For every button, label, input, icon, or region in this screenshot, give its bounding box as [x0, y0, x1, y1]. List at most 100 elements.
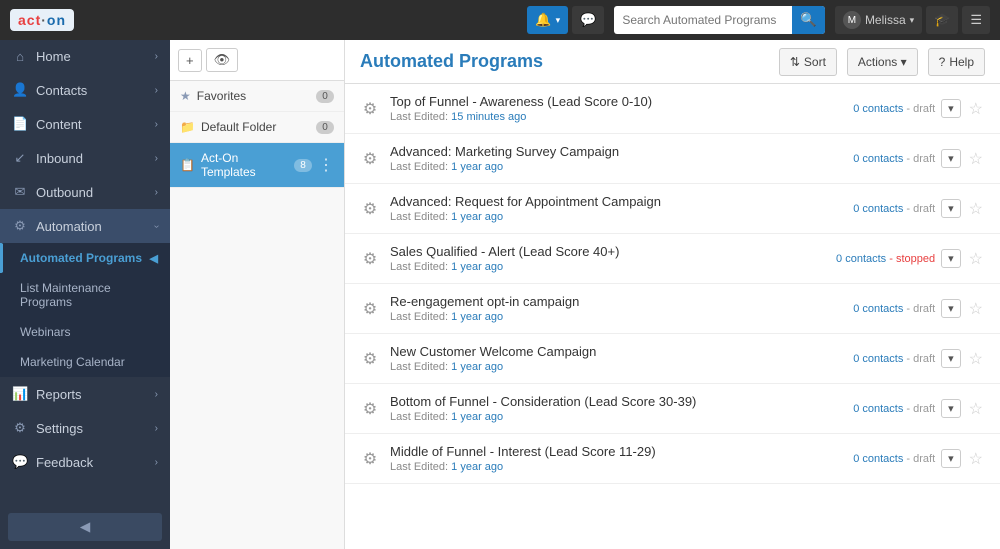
program-gear-icon-4[interactable]: ⚙	[360, 249, 380, 269]
program-gear-icon-2[interactable]: ⚙	[360, 149, 380, 169]
program-gear-icon-6[interactable]: ⚙	[360, 349, 380, 369]
contacts-count-4: 0 contacts	[836, 253, 886, 265]
add-folder-button[interactable]: +	[178, 49, 202, 72]
status-label-8: - draft	[906, 453, 935, 465]
program-star-3[interactable]: ☆	[967, 199, 985, 219]
program-contacts-2: 0 contacts - draft	[853, 153, 935, 165]
templates-label: Act-On Templates	[201, 151, 288, 179]
settings-icon: ⚙	[12, 420, 28, 436]
program-status-7: 0 contacts - draft ▾ ☆	[853, 399, 985, 419]
sidebar-collapse-button[interactable]: ◀	[8, 513, 162, 541]
sidebar-item-automation[interactable]: ⚙ Automation ›	[0, 209, 170, 243]
contacts-count-1: 0 contacts	[853, 103, 903, 115]
folder-item-act-on-templates[interactable]: 📋 Act-On Templates 8 ⋮	[170, 143, 344, 188]
program-dropdown-7[interactable]: ▾	[941, 399, 961, 418]
program-dropdown-8[interactable]: ▾	[941, 449, 961, 468]
sidebar-item-feedback[interactable]: 💬 Feedback ›	[0, 445, 170, 479]
sidebar-item-automated-programs[interactable]: Automated Programs ◀	[0, 243, 170, 273]
contacts-count-7: 0 contacts	[853, 403, 903, 415]
sort-button[interactable]: ⇅ Sort	[779, 48, 837, 76]
program-item-3: ⚙ Advanced: Request for Appointment Camp…	[345, 184, 1000, 234]
program-name-5: Re-engagement opt-in campaign	[390, 294, 843, 309]
program-dropdown-1[interactable]: ▾	[941, 99, 961, 118]
actions-button[interactable]: Actions ▾	[847, 48, 918, 76]
program-contacts-4: 0 contacts - stopped	[836, 253, 935, 265]
program-info-5: Re-engagement opt-in campaign Last Edite…	[390, 294, 843, 323]
graduation-button[interactable]: 🎓	[926, 6, 958, 34]
program-dropdown-6[interactable]: ▾	[941, 349, 961, 368]
program-gear-icon-1[interactable]: ⚙	[360, 99, 380, 119]
list-maintenance-label: List Maintenance Programs	[20, 281, 158, 309]
user-menu-button[interactable]: M Melissa ▾	[835, 6, 922, 34]
program-star-5[interactable]: ☆	[967, 299, 985, 319]
program-dropdown-2[interactable]: ▾	[941, 149, 961, 168]
status-label-2: - draft	[906, 153, 935, 165]
program-star-6[interactable]: ☆	[967, 349, 985, 369]
sidebar-item-home[interactable]: ⌂ Home ›	[0, 40, 170, 73]
program-meta-2: Last Edited: 1 year ago	[390, 161, 843, 173]
sidebar-item-webinars[interactable]: Webinars	[0, 317, 170, 347]
home-icon: ⌂	[12, 49, 28, 64]
outbound-arrow-icon: ›	[155, 187, 158, 198]
search-input[interactable]	[622, 13, 792, 27]
program-name-4: Sales Qualified - Alert (Lead Score 40+)	[390, 244, 826, 259]
program-star-7[interactable]: ☆	[967, 399, 985, 419]
program-gear-icon-3[interactable]: ⚙	[360, 199, 380, 219]
hamburger-menu-button[interactable]: ☰	[962, 6, 990, 34]
sidebar-item-list-maintenance[interactable]: List Maintenance Programs	[0, 273, 170, 317]
program-time-2: 1 year ago	[451, 161, 503, 173]
chat-button[interactable]: 💬	[572, 6, 604, 34]
folder-item-favorites[interactable]: ★ Favorites 0	[170, 81, 344, 112]
view-options-button[interactable]: 👁	[206, 48, 239, 72]
program-star-2[interactable]: ☆	[967, 149, 985, 169]
top-navigation: act·on 🔔 ▾ 💬 🔍 M Melissa ▾ 🎓 ☰	[0, 0, 1000, 40]
help-button[interactable]: ? Help	[928, 48, 985, 76]
program-star-4[interactable]: ☆	[967, 249, 985, 269]
user-avatar-icon: M	[843, 11, 861, 29]
sidebar-label-outbound: Outbound	[36, 185, 147, 200]
search-icon: 🔍	[800, 12, 817, 27]
program-status-3: 0 contacts - draft ▾ ☆	[853, 199, 985, 219]
favorites-label: Favorites	[197, 89, 310, 103]
program-star-1[interactable]: ☆	[967, 99, 985, 119]
sidebar-item-inbound[interactable]: ↙ Inbound ›	[0, 141, 170, 175]
program-dropdown-5[interactable]: ▾	[941, 299, 961, 318]
user-name-label: Melissa	[865, 13, 906, 27]
program-time-3: 1 year ago	[451, 211, 503, 223]
sidebar-item-reports[interactable]: 📊 Reports ›	[0, 377, 170, 411]
program-dropdown-4[interactable]: ▾	[941, 249, 961, 268]
program-time-1: 15 minutes ago	[451, 111, 526, 123]
notifications-button[interactable]: 🔔 ▾	[527, 6, 568, 34]
program-item-2: ⚙ Advanced: Marketing Survey Campaign La…	[345, 134, 1000, 184]
program-meta-7: Last Edited: 1 year ago	[390, 411, 843, 423]
sidebar-item-settings[interactable]: ⚙ Settings ›	[0, 411, 170, 445]
program-name-8: Middle of Funnel - Interest (Lead Score …	[390, 444, 843, 459]
folder-item-default[interactable]: 📁 Default Folder 0	[170, 112, 344, 143]
contacts-count-5: 0 contacts	[853, 303, 903, 315]
sidebar-footer: ◀	[0, 505, 170, 549]
sidebar-label-automation: Automation	[36, 219, 147, 234]
bell-icon: 🔔	[535, 12, 551, 28]
program-item-6: ⚙ New Customer Welcome Campaign Last Edi…	[345, 334, 1000, 384]
program-info-6: New Customer Welcome Campaign Last Edite…	[390, 344, 843, 373]
sidebar-item-contacts[interactable]: 👤 Contacts ›	[0, 73, 170, 107]
reports-arrow-icon: ›	[155, 389, 158, 400]
program-dropdown-3[interactable]: ▾	[941, 199, 961, 218]
sidebar-item-outbound[interactable]: ✉ Outbound ›	[0, 175, 170, 209]
program-name-6: New Customer Welcome Campaign	[390, 344, 843, 359]
user-chevron-icon: ▾	[910, 15, 915, 26]
sidebar-item-content[interactable]: 📄 Content ›	[0, 107, 170, 141]
folder-menu-icon[interactable]: ⋮	[318, 155, 334, 175]
help-icon: ?	[939, 55, 946, 69]
default-count: 0	[316, 121, 334, 134]
program-meta-5: Last Edited: 1 year ago	[390, 311, 843, 323]
program-gear-icon-8[interactable]: ⚙	[360, 449, 380, 469]
program-gear-icon-7[interactable]: ⚙	[360, 399, 380, 419]
sidebar-item-marketing-calendar[interactable]: Marketing Calendar	[0, 347, 170, 377]
program-time-4: 1 year ago	[451, 261, 503, 273]
program-gear-icon-5[interactable]: ⚙	[360, 299, 380, 319]
program-info-1: Top of Funnel - Awareness (Lead Score 0-…	[390, 94, 843, 123]
program-meta-1: Last Edited: 15 minutes ago	[390, 111, 843, 123]
search-submit-button[interactable]: 🔍	[792, 6, 825, 34]
program-star-8[interactable]: ☆	[967, 449, 985, 469]
